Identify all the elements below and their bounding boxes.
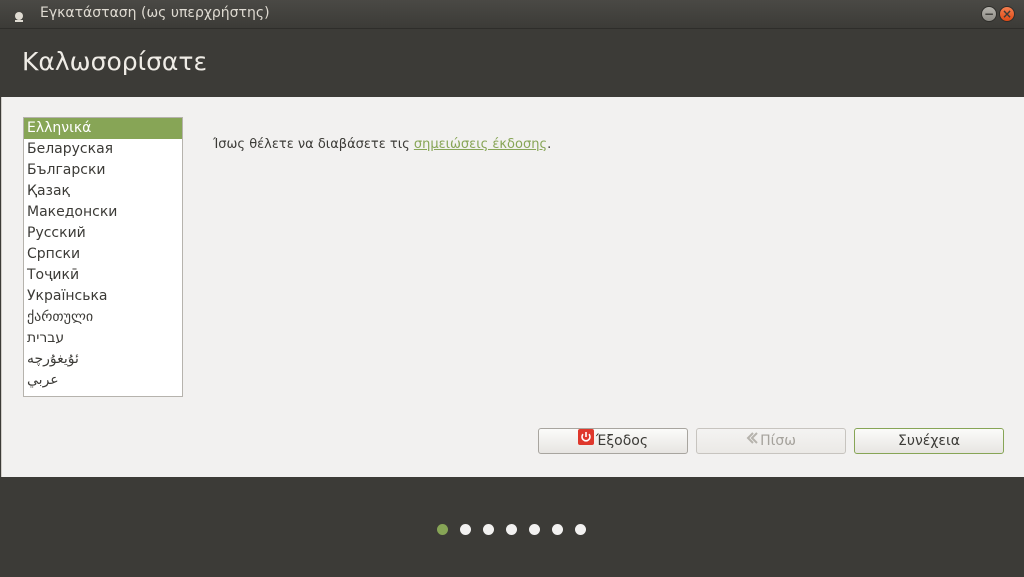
language-item[interactable]: Српски <box>24 244 182 265</box>
language-item[interactable]: Ελληνικά <box>24 118 182 139</box>
language-item[interactable]: Тоҷикӣ <box>24 265 182 286</box>
progress-footer <box>0 477 1024 577</box>
progress-dots <box>437 524 598 536</box>
language-item[interactable]: Қазақ <box>24 181 182 202</box>
close-button[interactable]: × <box>999 6 1015 22</box>
language-item[interactable]: עברית <box>24 328 182 349</box>
page-title: Καλωσορίσατε <box>22 47 207 76</box>
minimize-icon: − <box>983 7 995 21</box>
main-content: Ελληνικά Беларуская Български Қазақ Македонс… <box>1 97 1024 477</box>
language-item[interactable]: ئۇيغۇرچە <box>24 349 182 370</box>
quit-button-label: Έξοδος <box>595 433 649 449</box>
window-title: Εγκατάσταση (ως υπερχρήστης) <box>40 5 270 21</box>
language-item[interactable]: Українська <box>24 286 182 307</box>
progress-dot <box>529 524 540 535</box>
language-item[interactable]: Беларуская <box>24 139 182 160</box>
language-item[interactable]: Македонски <box>24 202 182 223</box>
release-notes-link[interactable]: σημειώσεις έκδοσης <box>414 137 547 152</box>
progress-dot <box>460 524 471 535</box>
continue-button[interactable]: Συνέχεια <box>854 428 1004 454</box>
app-icon <box>13 8 25 22</box>
progress-dot <box>552 524 563 535</box>
language-item[interactable]: Русский <box>24 223 182 244</box>
release-notes-suffix: . <box>547 137 552 152</box>
language-item[interactable]: Български <box>24 160 182 181</box>
page-header: Καλωσορίσατε <box>0 29 1024 97</box>
power-icon <box>577 429 594 453</box>
quit-button[interactable]: Έξοδος <box>538 428 688 454</box>
window-titlebar: Εγκατάσταση (ως υπερχρήστης) − × <box>0 0 1024 29</box>
progress-dot <box>437 524 448 535</box>
back-arrow-icon <box>746 429 758 453</box>
language-list[interactable]: Ελληνικά Беларуская Български Қазақ Македонс… <box>23 117 183 397</box>
progress-dot <box>483 524 494 535</box>
release-notes-prefix: Ίσως θέλετε να διαβάσετε τις <box>213 137 414 152</box>
language-item[interactable]: عربي <box>24 370 182 391</box>
progress-dot <box>506 524 517 535</box>
continue-button-label: Συνέχεια <box>898 433 960 449</box>
close-icon: × <box>1001 7 1013 21</box>
minimize-button[interactable]: − <box>981 6 997 22</box>
progress-dot <box>575 524 586 535</box>
language-item[interactable]: ქართული <box>24 307 182 328</box>
release-notes-text: Ίσως θέλετε να διαβάσετε τις σημειώσεις … <box>213 137 551 152</box>
back-button[interactable]: Πίσω <box>696 428 846 454</box>
back-button-label: Πίσω <box>760 433 796 449</box>
